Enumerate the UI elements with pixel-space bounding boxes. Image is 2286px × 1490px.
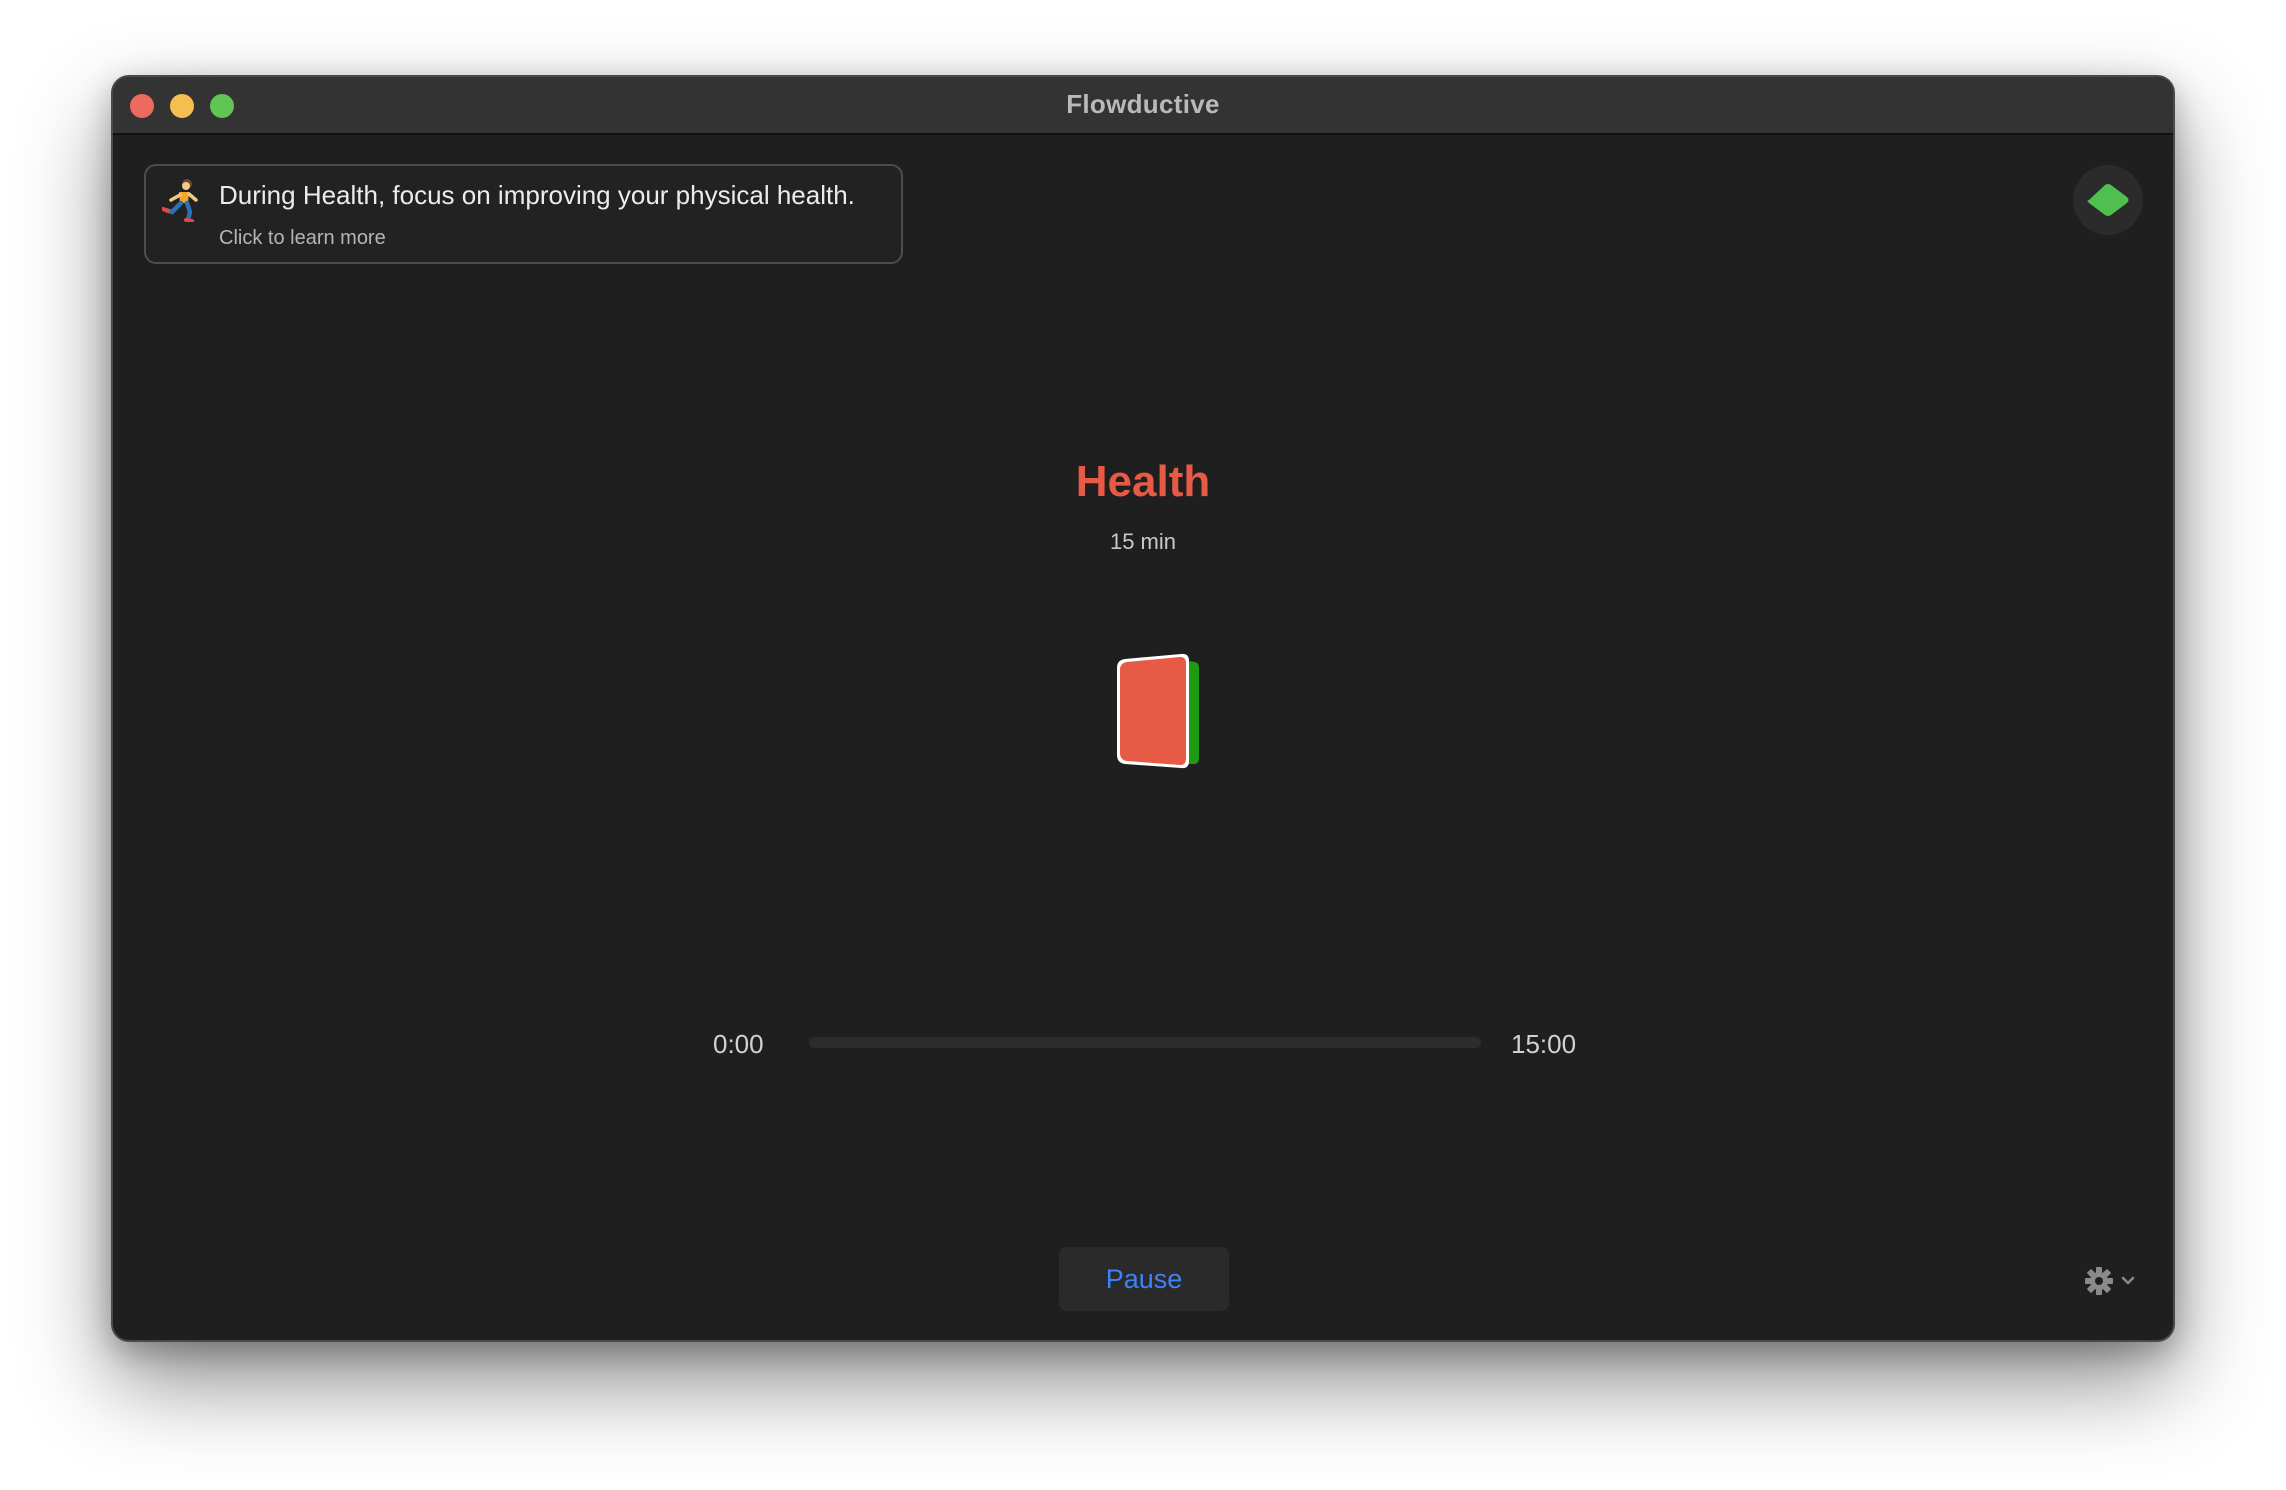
pause-button[interactable]: Pause <box>1059 1247 1229 1311</box>
tip-title: During Health, focus on improving your p… <box>219 180 855 210</box>
title-bar: Flowductive <box>113 77 2173 135</box>
green-tag-icon <box>2087 184 2129 216</box>
settings-menu-button[interactable] <box>2083 1265 2143 1297</box>
tip-learn-more[interactable]: Click to learn more <box>219 227 386 250</box>
session-title: Health <box>1075 457 1211 506</box>
session-tip-card[interactable]: During Health, focus on improving your p… <box>144 164 903 264</box>
running-person-icon <box>162 179 198 222</box>
elapsed-time: 0:00 <box>713 1029 764 1059</box>
app-window: Flowductive During Health, focus on impr… <box>111 75 2175 1342</box>
session-block-icon <box>1117 653 1199 769</box>
session-progress-bar <box>809 1037 1481 1048</box>
session-color-button[interactable] <box>2073 165 2143 235</box>
chevron-down-icon <box>2121 1276 2135 1285</box>
total-time: 15:00 <box>1511 1029 1577 1059</box>
session-duration: 15 min <box>1109 529 1177 554</box>
window-title: Flowductive <box>1066 89 1220 119</box>
